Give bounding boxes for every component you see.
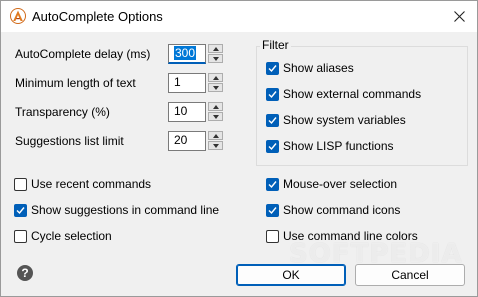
checkbox-label: Show aliases: [283, 61, 354, 75]
cancel-button[interactable]: Cancel: [355, 264, 465, 286]
ok-button[interactable]: OK: [236, 264, 346, 286]
spin-down-button[interactable]: [208, 141, 223, 150]
checkbox-box[interactable]: [14, 203, 27, 217]
minimum-length-input[interactable]: 1: [168, 73, 206, 93]
checkbox-label: Show command icons: [283, 203, 401, 217]
chevron-down-icon: [212, 85, 219, 90]
checkbox-box[interactable]: [14, 177, 27, 191]
chevron-down-icon: [212, 143, 219, 148]
minimum-length-spinner[interactable]: 1: [168, 73, 224, 93]
autocomplete-delay-label: AutoComplete delay (ms): [15, 47, 151, 61]
checkbox-box[interactable]: [266, 177, 279, 191]
filter-group-title: Filter: [260, 38, 291, 52]
checkbox-label: Use recent commands: [31, 177, 152, 191]
checkbox-box[interactable]: [266, 61, 279, 75]
minimum-length-label: Minimum length of text: [15, 76, 136, 90]
suggestions-limit-input[interactable]: 20: [168, 131, 206, 151]
chevron-up-icon: [212, 75, 219, 80]
spin-up-button[interactable]: [208, 44, 223, 53]
checkmark-icon: [268, 64, 277, 72]
checkmark-icon: [268, 116, 277, 124]
suggestions-limit-label: Suggestions list limit: [15, 134, 124, 148]
window-title: AutoComplete Options: [32, 9, 163, 24]
spin-down-button[interactable]: [208, 54, 223, 63]
cycle-selection-checkbox[interactable]: Cycle selection: [14, 228, 112, 244]
help-icon[interactable]: ?: [17, 265, 33, 281]
checkbox-box[interactable]: [266, 139, 279, 153]
spin-up-button[interactable]: [208, 131, 223, 140]
checkmark-icon: [268, 90, 277, 98]
spin-down-button[interactable]: [208, 83, 223, 92]
mouse-over-selection-checkbox[interactable]: Mouse-over selection: [266, 176, 397, 192]
checkbox-label: Mouse-over selection: [283, 177, 398, 191]
spin-up-button[interactable]: [208, 102, 223, 111]
transparency-input[interactable]: 10: [168, 102, 206, 122]
title-bar: AutoComplete Options: [1, 1, 477, 32]
checkmark-icon: [268, 206, 277, 214]
checkbox-box[interactable]: [266, 229, 279, 243]
show-suggestions-in-command-line-checkbox[interactable]: Show suggestions in command line: [14, 202, 219, 218]
chevron-down-icon: [212, 114, 219, 119]
transparency-label: Transparency (%): [15, 105, 110, 119]
checkmark-icon: [268, 180, 277, 188]
chevron-up-icon: [212, 46, 219, 51]
suggestions-limit-spinner[interactable]: 20: [168, 131, 224, 151]
transparency-spinner[interactable]: 10: [168, 102, 224, 122]
close-button[interactable]: [441, 1, 477, 32]
app-icon: [10, 8, 26, 24]
checkbox-box[interactable]: [266, 87, 279, 101]
checkbox-label: Cycle selection: [31, 229, 112, 243]
autocomplete-options-dialog: AutoComplete Options AutoComplete delay …: [0, 0, 478, 297]
chevron-up-icon: [212, 133, 219, 138]
show-command-icons-checkbox[interactable]: Show command icons: [266, 202, 400, 218]
checkmark-icon: [16, 206, 25, 214]
show-external-commands-checkbox[interactable]: Show external commands: [266, 86, 421, 102]
checkbox-box[interactable]: [266, 203, 279, 217]
checkmark-icon: [268, 142, 277, 150]
close-icon: [453, 11, 465, 22]
show-system-variables-checkbox[interactable]: Show system variables: [266, 112, 406, 128]
checkbox-box[interactable]: [14, 229, 27, 243]
spin-down-button[interactable]: [208, 112, 223, 121]
checkbox-box[interactable]: [266, 113, 279, 127]
autocomplete-delay-spinner[interactable]: 300: [168, 44, 224, 64]
show-lisp-functions-checkbox[interactable]: Show LISP functions: [266, 138, 394, 154]
checkbox-label: Show suggestions in command line: [31, 203, 220, 217]
checkbox-label: Show system variables: [283, 113, 406, 127]
autocomplete-delay-input[interactable]: 300: [168, 44, 206, 64]
chevron-down-icon: [212, 56, 219, 61]
checkbox-label: Show LISP functions: [283, 139, 394, 153]
show-aliases-checkbox[interactable]: Show aliases: [266, 60, 354, 76]
checkbox-label: Show external commands: [283, 87, 422, 101]
use-recent-commands-checkbox[interactable]: Use recent commands: [14, 176, 151, 192]
spin-up-button[interactable]: [208, 73, 223, 82]
chevron-up-icon: [212, 104, 219, 109]
